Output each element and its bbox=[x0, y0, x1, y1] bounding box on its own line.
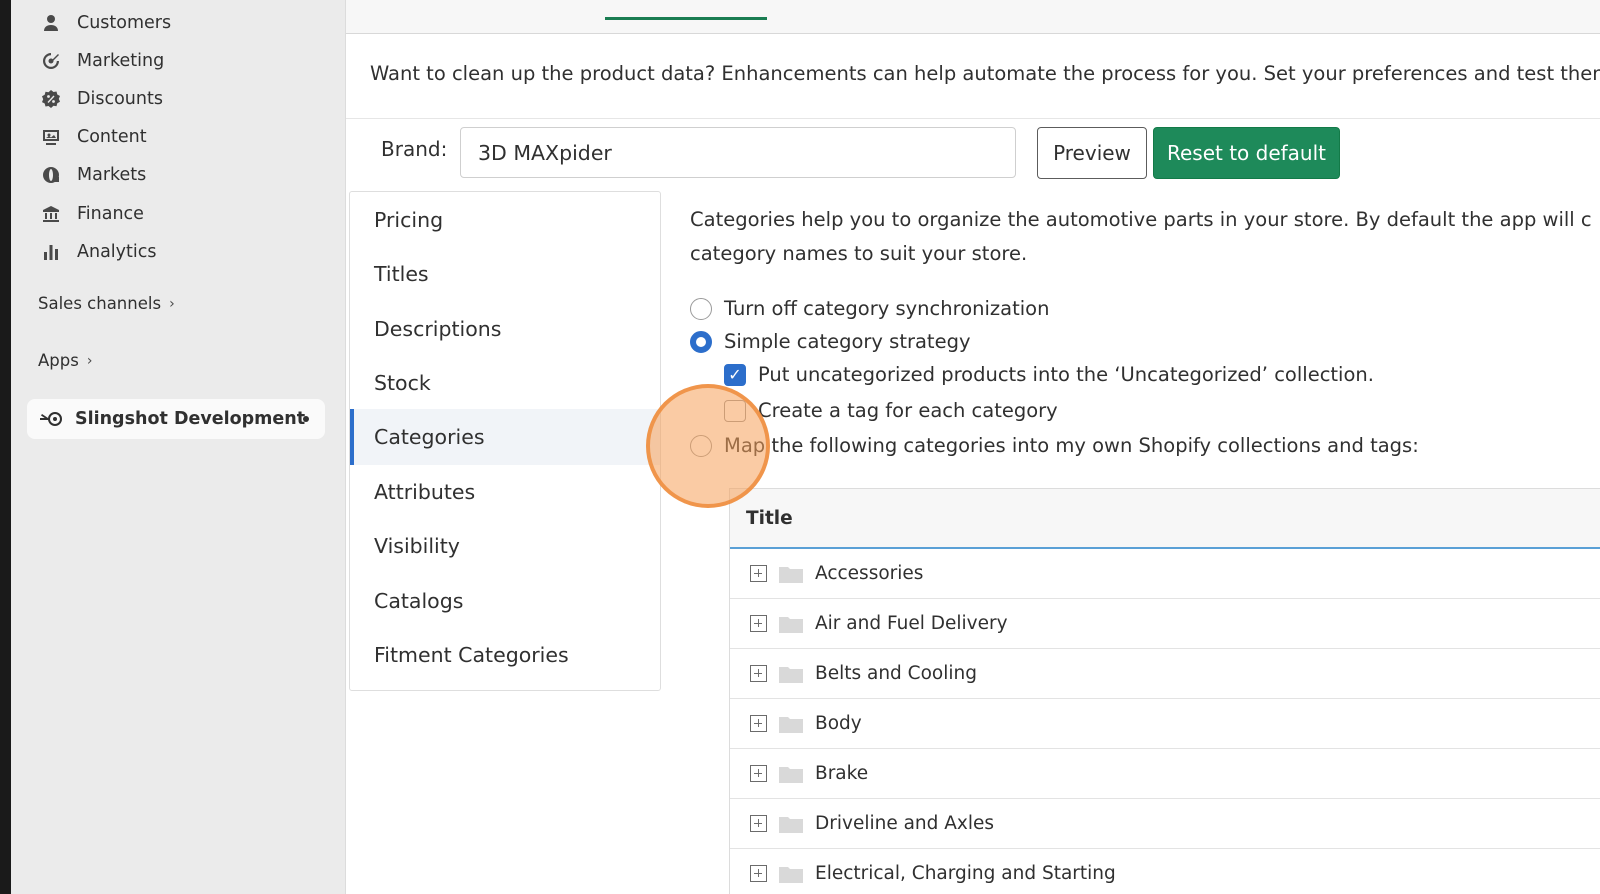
expand-icon[interactable] bbox=[750, 865, 767, 882]
option-create-tag[interactable]: Create a tag for each category bbox=[724, 399, 1058, 422]
reset-to-default-button[interactable]: Reset to default bbox=[1153, 127, 1340, 179]
settings-menu: Pricing Titles Descriptions Stock Catego… bbox=[349, 191, 661, 691]
main-content: Want to clean up the product data? Enhan… bbox=[345, 0, 1600, 894]
content-icon bbox=[39, 125, 63, 149]
row-title: Driveline and Axles bbox=[815, 813, 995, 834]
sidebar-item-content[interactable]: Content bbox=[39, 122, 147, 152]
option-turn-off-sync[interactable]: Turn off category synchronization bbox=[690, 297, 1049, 320]
bar-chart-icon bbox=[39, 240, 63, 264]
sidebar-item-finance[interactable]: Finance bbox=[39, 199, 144, 229]
app-status-dot bbox=[303, 416, 309, 422]
menu-item-categories[interactable]: Categories bbox=[350, 409, 660, 465]
sidebar-item-label: Finance bbox=[77, 204, 144, 224]
table-row[interactable]: Body bbox=[730, 699, 1600, 749]
folder-icon bbox=[779, 766, 803, 783]
slingshot-app-icon bbox=[40, 412, 62, 426]
intro-text: Want to clean up the product data? Enhan… bbox=[370, 62, 1600, 85]
option-label: Put uncategorized products into the ‘Unc… bbox=[758, 363, 1374, 386]
menu-item-catalogs[interactable]: Catalogs bbox=[350, 573, 660, 629]
expand-icon[interactable] bbox=[750, 715, 767, 732]
expand-icon[interactable] bbox=[750, 565, 767, 582]
globe-icon bbox=[39, 163, 63, 187]
sidebar-item-slingshot-development[interactable]: Slingshot Development bbox=[27, 399, 325, 439]
row-title: Accessories bbox=[815, 563, 924, 584]
sidebar-item-label: Markets bbox=[77, 165, 147, 185]
menu-item-pricing[interactable]: Pricing bbox=[350, 192, 660, 248]
sidebar-item-label: Marketing bbox=[77, 51, 165, 71]
brand-select[interactable]: 3D MAXpider bbox=[460, 127, 1016, 178]
option-label: Turn off category synchronization bbox=[724, 297, 1050, 320]
sidebar-item-label: Analytics bbox=[77, 242, 157, 262]
description-line: Categories help you to organize the auto… bbox=[690, 208, 1592, 231]
table-row[interactable]: Driveline and Axles bbox=[730, 799, 1600, 849]
categories-table: Title Accessories Air and Fuel Delivery … bbox=[729, 488, 1600, 894]
categories-description: Categories help you to organize the auto… bbox=[690, 203, 1600, 271]
table-row[interactable]: Air and Fuel Delivery bbox=[730, 599, 1600, 649]
target-icon bbox=[39, 49, 63, 73]
expand-icon[interactable] bbox=[750, 815, 767, 832]
row-title: Air and Fuel Delivery bbox=[815, 613, 1008, 634]
table-header-title[interactable]: Title bbox=[730, 489, 1600, 549]
table-row[interactable]: Belts and Cooling bbox=[730, 649, 1600, 699]
admin-sidebar: Customers Marketing Discounts Content Ma… bbox=[11, 0, 345, 894]
sidebar-item-markets[interactable]: Markets bbox=[39, 160, 146, 190]
table-row[interactable]: Brake bbox=[730, 749, 1600, 799]
apps-link[interactable]: Apps › bbox=[38, 351, 92, 370]
sidebar-item-label: Content bbox=[77, 127, 147, 147]
table-row[interactable]: Accessories bbox=[730, 549, 1600, 599]
option-uncategorized[interactable]: ✓ Put uncategorized products into the ‘U… bbox=[724, 363, 1374, 386]
menu-item-attributes[interactable]: Attributes bbox=[350, 464, 660, 520]
menu-item-stock[interactable]: Stock bbox=[350, 355, 660, 411]
folder-icon bbox=[779, 566, 803, 583]
folder-icon bbox=[779, 716, 803, 733]
radio-simple-selected[interactable] bbox=[690, 330, 712, 353]
option-label: Simple category strategy bbox=[724, 330, 971, 353]
menu-item-visibility[interactable]: Visibility bbox=[350, 518, 660, 574]
click-highlight bbox=[646, 384, 770, 508]
sidebar-item-label: Discounts bbox=[77, 89, 163, 109]
sales-channels-link[interactable]: Sales channels › bbox=[38, 294, 175, 313]
folder-icon bbox=[779, 616, 803, 633]
expand-icon[interactable] bbox=[750, 615, 767, 632]
chevron-right-icon: › bbox=[169, 295, 175, 312]
table-row[interactable]: Electrical, Charging and Starting bbox=[730, 849, 1600, 894]
expand-icon[interactable] bbox=[750, 765, 767, 782]
window-edge bbox=[0, 0, 11, 894]
chevron-right-icon: › bbox=[86, 352, 93, 369]
menu-item-titles[interactable]: Titles bbox=[350, 246, 660, 302]
row-title: Body bbox=[815, 713, 862, 734]
option-map-categories[interactable]: Map the following categories into my own… bbox=[690, 434, 1419, 457]
sidebar-item-analytics[interactable]: Analytics bbox=[39, 237, 156, 267]
sidebar-item-marketing[interactable]: Marketing bbox=[39, 46, 164, 76]
active-app-label: Slingshot Development bbox=[75, 409, 306, 429]
option-simple-strategy[interactable]: Simple category strategy bbox=[690, 330, 971, 353]
folder-icon bbox=[779, 666, 803, 683]
sidebar-item-discounts[interactable]: Discounts bbox=[39, 84, 163, 114]
folder-icon bbox=[779, 816, 803, 833]
radio-turn-off[interactable] bbox=[690, 297, 712, 320]
sidebar-item-customers[interactable]: Customers bbox=[39, 8, 171, 38]
tabs-bar bbox=[346, 0, 1600, 34]
sales-channels-label: Sales channels bbox=[38, 294, 162, 313]
option-label: Map the following categories into my own… bbox=[724, 434, 1419, 457]
sidebar-item-label: Customers bbox=[77, 13, 172, 33]
row-title: Brake bbox=[815, 763, 869, 784]
folder-icon bbox=[779, 866, 803, 883]
discount-icon bbox=[39, 87, 63, 111]
row-title: Belts and Cooling bbox=[815, 663, 977, 684]
person-icon bbox=[39, 11, 63, 35]
expand-icon[interactable] bbox=[750, 665, 767, 682]
option-label: Create a tag for each category bbox=[758, 399, 1058, 422]
brand-label: Brand: bbox=[381, 137, 448, 161]
bank-icon bbox=[39, 202, 63, 226]
menu-item-descriptions[interactable]: Descriptions bbox=[350, 301, 660, 357]
divider bbox=[346, 118, 1600, 119]
row-title: Electrical, Charging and Starting bbox=[815, 863, 1116, 884]
active-tab-indicator bbox=[605, 17, 767, 20]
description-line: category names to suit your store. bbox=[690, 242, 1028, 265]
apps-label: Apps bbox=[38, 351, 79, 370]
preview-button[interactable]: Preview bbox=[1037, 127, 1147, 179]
menu-item-fitment-categories[interactable]: Fitment Categories bbox=[350, 627, 660, 683]
checkbox-uncategorized-checked[interactable]: ✓ bbox=[724, 363, 746, 386]
